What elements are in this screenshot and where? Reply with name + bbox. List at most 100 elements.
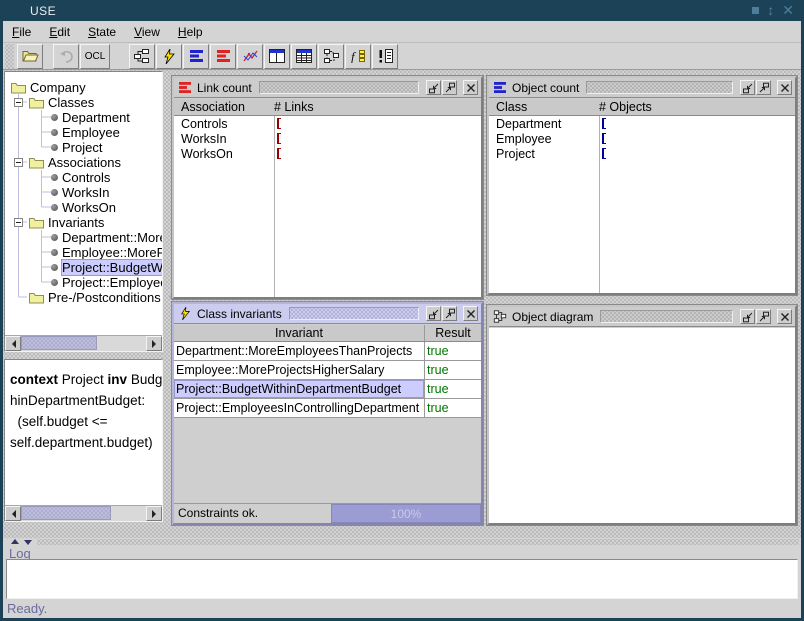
object-diagram-canvas[interactable] bbox=[489, 328, 795, 523]
column-class[interactable]: Class bbox=[489, 100, 599, 114]
frame-maximize-button[interactable] bbox=[756, 80, 771, 95]
column-invariant[interactable]: Invariant bbox=[174, 325, 424, 341]
frame-close-button[interactable] bbox=[463, 306, 478, 321]
tree-item-company[interactable]: Company bbox=[11, 80, 162, 95]
frame-maximize-button[interactable] bbox=[442, 80, 457, 95]
tree-item-pre-postconditions[interactable]: Pre-/Postconditions bbox=[29, 290, 162, 305]
table-row[interactable]: Employee bbox=[489, 131, 795, 146]
left-horizontal-splitter[interactable] bbox=[4, 352, 163, 359]
leaf-dot-icon bbox=[51, 204, 58, 211]
column-links[interactable]: # Links bbox=[274, 100, 314, 114]
link-count-titlebar[interactable]: Link count bbox=[174, 78, 481, 98]
folder-icon bbox=[29, 97, 44, 109]
expand-up-icon[interactable] bbox=[11, 539, 19, 544]
tree-item-invariant-employee[interactable]: Employee::MoreProjectsHigherSalary bbox=[51, 245, 162, 260]
tree-item-department[interactable]: Department bbox=[51, 110, 162, 125]
tree-item-employee[interactable]: Employee bbox=[51, 125, 162, 140]
menu-state[interactable]: State bbox=[79, 23, 125, 41]
link-count-button[interactable] bbox=[210, 44, 236, 69]
frame-close-button[interactable] bbox=[777, 309, 792, 324]
expand-handle-classes[interactable] bbox=[14, 98, 23, 107]
frame-minimize-button[interactable] bbox=[426, 306, 441, 321]
frame-drag-area[interactable] bbox=[586, 81, 733, 94]
scroll-right-button[interactable] bbox=[146, 506, 162, 521]
window-titlebar[interactable]: USE ↕ ✕ bbox=[0, 0, 804, 21]
class-extent-button[interactable] bbox=[264, 44, 290, 69]
object-count-button[interactable] bbox=[183, 44, 209, 69]
table-header[interactable]: Association # Links bbox=[174, 99, 481, 116]
frame-drag-area[interactable] bbox=[289, 307, 419, 320]
window-minimize-icon[interactable] bbox=[752, 7, 759, 14]
class-table-button[interactable] bbox=[291, 44, 317, 69]
scrollbar-track[interactable] bbox=[21, 336, 146, 351]
tree-item-invariant-department[interactable]: Department::MoreEmployeesThanProjects bbox=[51, 230, 162, 245]
menu-edit[interactable]: Edit bbox=[40, 23, 79, 41]
ocl-horizontal-scrollbar[interactable] bbox=[5, 505, 162, 521]
tree-item-workson[interactable]: WorksOn bbox=[51, 200, 162, 215]
scroll-left-button[interactable] bbox=[5, 336, 21, 351]
class-invariants-titlebar[interactable]: Class invariants bbox=[174, 304, 481, 324]
window-resize-icon[interactable]: ↕ bbox=[767, 3, 774, 17]
tree-item-invariant-project-budget[interactable]: Project::BudgetWithinDepartmentBudget bbox=[51, 260, 162, 275]
tree-item-invariants[interactable]: Invariants bbox=[29, 215, 162, 230]
frame-drag-area[interactable] bbox=[600, 310, 733, 323]
tree-item-classes[interactable]: Classes bbox=[29, 95, 162, 110]
tree-item-associations[interactable]: Associations bbox=[29, 155, 162, 170]
frame-minimize-button[interactable] bbox=[740, 309, 755, 324]
invariant-row[interactable]: Employee::MoreProjectsHigherSalary true bbox=[174, 361, 481, 380]
object-diagram-titlebar[interactable]: Object diagram bbox=[489, 307, 795, 327]
frame-minimize-button[interactable] bbox=[740, 80, 755, 95]
class-invariants-frame: Class invariants Invariant Result Depart… bbox=[172, 302, 483, 525]
frame-close-button[interactable] bbox=[463, 80, 478, 95]
invariant-row[interactable]: Department::MoreEmployeesThanProjects tr… bbox=[174, 342, 481, 361]
expand-handle-invariants[interactable] bbox=[14, 218, 23, 227]
frame-minimize-button[interactable] bbox=[426, 80, 441, 95]
collapse-down-icon[interactable] bbox=[24, 540, 32, 545]
scrollbar-thumb[interactable] bbox=[21, 506, 111, 520]
tree-item-invariant-project-employees[interactable]: Project::EmployeesInControllingDepartmen… bbox=[51, 275, 162, 290]
toolbar-drag-handle[interactable] bbox=[5, 44, 14, 69]
object-diagram-button[interactable] bbox=[318, 44, 344, 69]
table-row[interactable]: Controls bbox=[174, 116, 481, 131]
tree-horizontal-scrollbar[interactable] bbox=[5, 335, 162, 351]
table-row[interactable]: Department bbox=[489, 116, 795, 131]
scrollbar-track[interactable] bbox=[21, 506, 146, 521]
tree-item-worksin[interactable]: WorksIn bbox=[51, 185, 162, 200]
column-objects[interactable]: # Objects bbox=[599, 100, 652, 114]
table-row[interactable]: WorksOn bbox=[174, 146, 481, 161]
log-splitter[interactable] bbox=[3, 538, 801, 546]
frame-close-button[interactable] bbox=[777, 80, 792, 95]
window-close-icon[interactable]: ✕ bbox=[782, 3, 794, 17]
menu-file[interactable]: File bbox=[3, 23, 40, 41]
undo-button[interactable] bbox=[53, 44, 79, 69]
table-row[interactable]: WorksIn bbox=[174, 131, 481, 146]
object-count-bar bbox=[602, 133, 606, 144]
tree-item-project[interactable]: Project bbox=[51, 140, 162, 155]
object-count-titlebar[interactable]: Object count bbox=[489, 78, 795, 98]
ocl-expression-button[interactable]: OCL bbox=[80, 44, 110, 69]
command-list-button[interactable] bbox=[372, 44, 398, 69]
scrollbar-thumb[interactable] bbox=[21, 336, 97, 350]
menu-view[interactable]: View bbox=[125, 23, 169, 41]
column-result[interactable]: Result bbox=[424, 325, 481, 341]
table-row[interactable]: Project bbox=[489, 146, 795, 161]
table-header[interactable]: Invariant Result bbox=[174, 325, 481, 342]
menu-help[interactable]: Help bbox=[169, 23, 212, 41]
scroll-left-button[interactable] bbox=[5, 506, 21, 521]
object-properties-button[interactable]: f bbox=[345, 44, 371, 69]
invariant-row-selected[interactable]: Project::BudgetWithinDepartmentBudget tr… bbox=[174, 380, 481, 399]
column-association[interactable]: Association bbox=[174, 100, 274, 114]
check-structure-button[interactable] bbox=[156, 44, 182, 69]
log-textarea[interactable] bbox=[6, 559, 798, 599]
sequence-diagram-button[interactable] bbox=[237, 44, 263, 69]
frame-maximize-button[interactable] bbox=[756, 309, 771, 324]
frame-drag-area[interactable] bbox=[259, 81, 419, 94]
open-spec-button[interactable] bbox=[17, 44, 43, 69]
invariant-row[interactable]: Project::EmployeesInControllingDepartmen… bbox=[174, 399, 481, 418]
scroll-right-button[interactable] bbox=[146, 336, 162, 351]
expand-handle-associations[interactable] bbox=[14, 158, 23, 167]
table-header[interactable]: Class # Objects bbox=[489, 99, 795, 116]
class-diagram-button[interactable] bbox=[129, 44, 155, 69]
tree-item-controls[interactable]: Controls bbox=[51, 170, 162, 185]
frame-maximize-button[interactable] bbox=[442, 306, 457, 321]
